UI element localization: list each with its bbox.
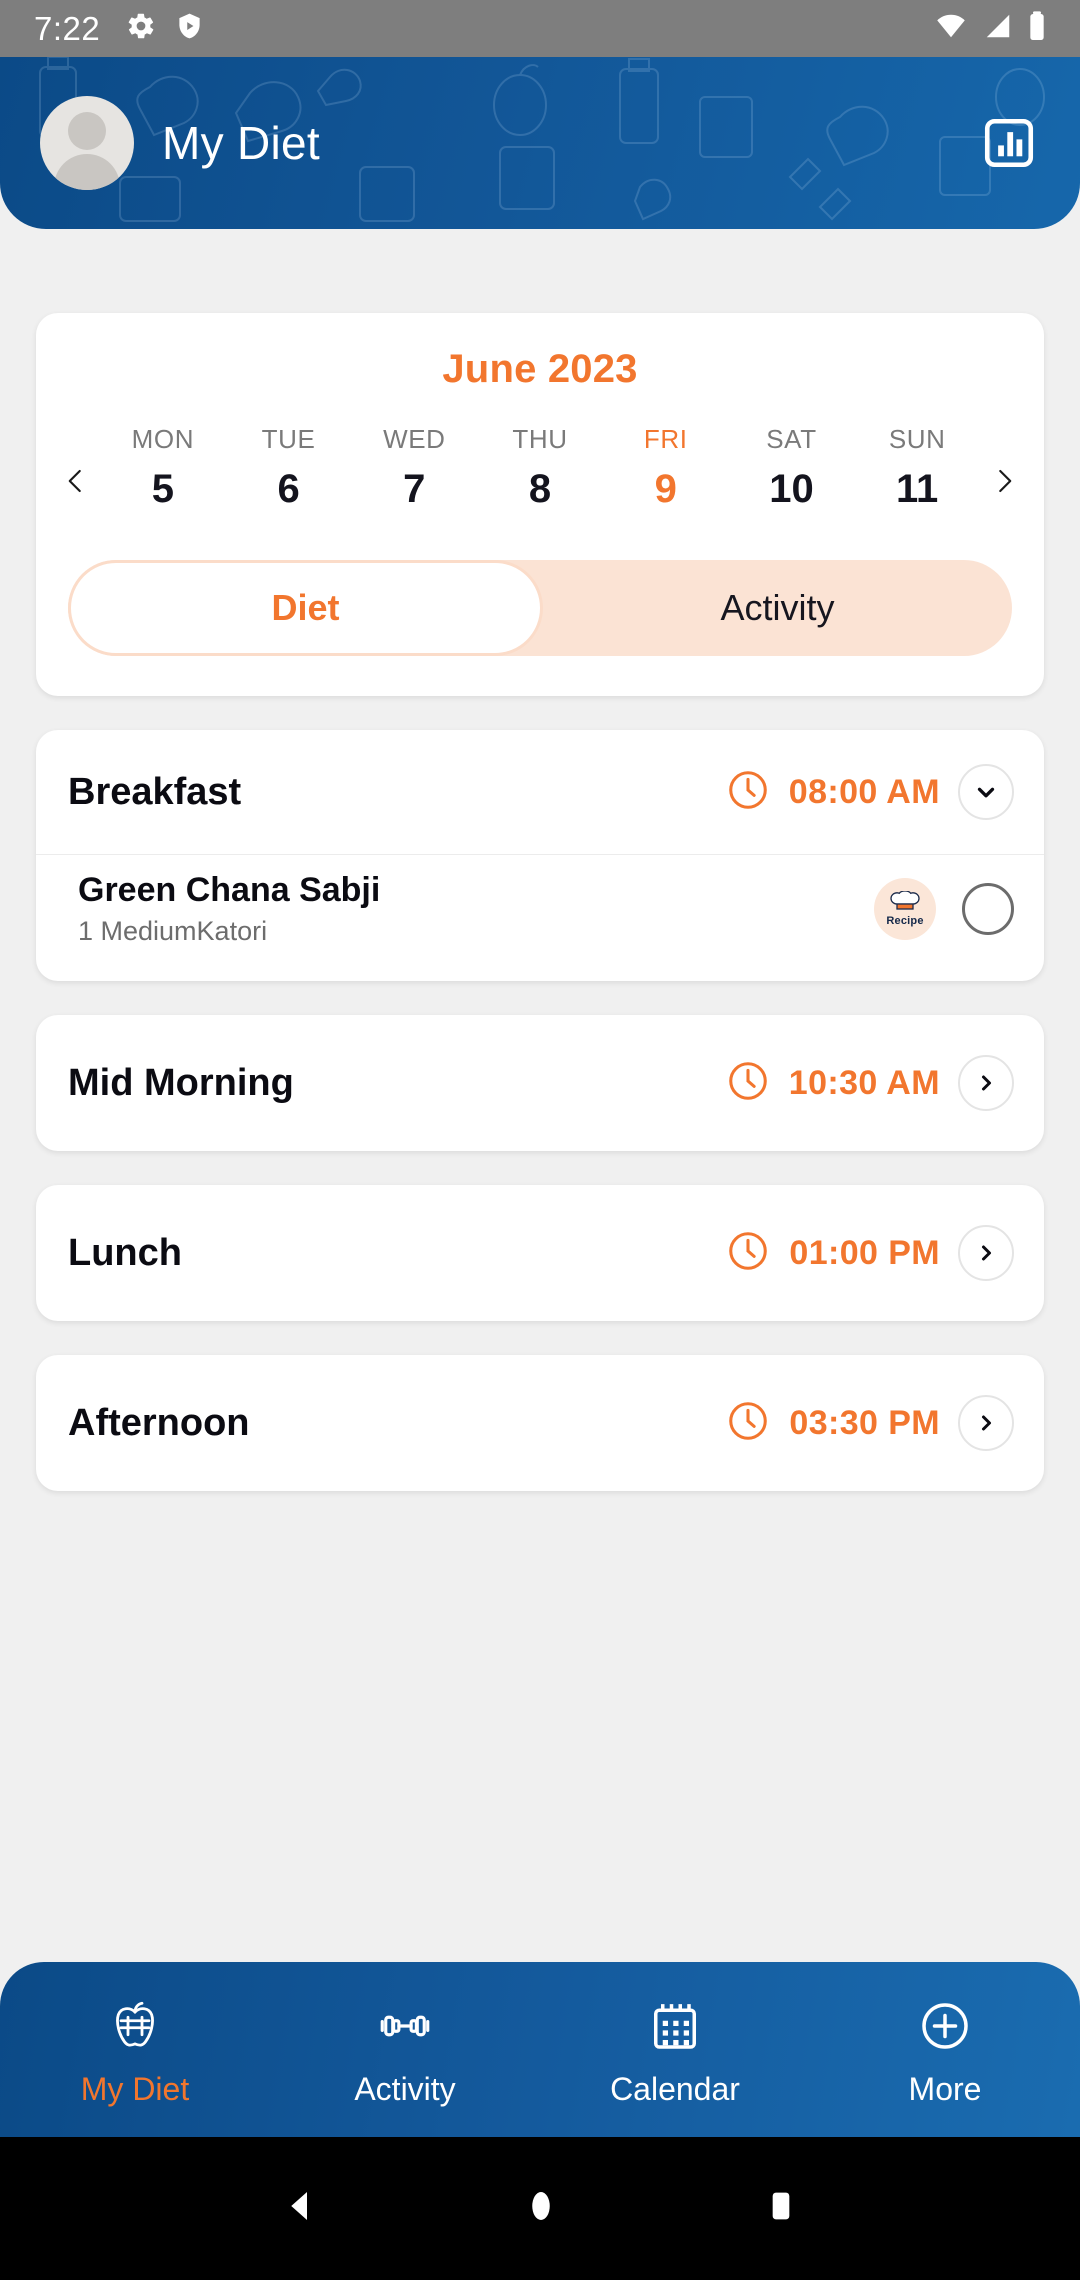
calendar-card: June 2023 MON 5 TUE 6 WED 7 THU 8 FRI 9 … [36, 313, 1044, 696]
calendar-prev-week-button[interactable] [52, 433, 100, 503]
calendar-day-wed[interactable]: WED 7 [351, 424, 477, 512]
tab-activity[interactable]: Activity [543, 560, 1012, 656]
home-circle-icon[interactable] [520, 2185, 562, 2232]
main-content: June 2023 MON 5 TUE 6 WED 7 THU 8 FRI 9 … [0, 313, 1080, 1491]
meal-time: 10:30 AM [788, 1063, 940, 1102]
chevron-down-icon[interactable] [958, 764, 1014, 820]
calendar-icon [647, 1998, 703, 2059]
calendar-day-sun[interactable]: SUN 11 [854, 424, 980, 512]
meal-time: 03:30 PM [789, 1403, 940, 1442]
calendar-next-week-button[interactable] [980, 433, 1028, 503]
calendar-day-tue[interactable]: TUE 6 [226, 424, 352, 512]
clock-icon [725, 1398, 771, 1449]
tab-diet[interactable]: Diet [68, 560, 543, 656]
nav-item-calendar[interactable]: Calendar [540, 1998, 810, 2108]
plus-circle-icon [917, 1998, 973, 2059]
app-header: My Diet [0, 57, 1080, 229]
calendar-day-number: 8 [528, 467, 552, 511]
meal-title: Mid Morning [68, 1061, 294, 1104]
chevron-right-icon[interactable] [958, 1055, 1014, 1111]
recipe-badge[interactable]: Recipe [874, 878, 936, 940]
calendar-day-mon[interactable]: MON 5 [100, 424, 226, 512]
clock-icon [725, 1228, 771, 1279]
calendar-day-label: SAT [766, 424, 817, 454]
food-item-name: Green Chana Sabji [78, 871, 381, 909]
calendar-day-thu[interactable]: THU 8 [477, 424, 603, 512]
android-navigation-bar [0, 2137, 1080, 2280]
clock-icon [725, 1058, 771, 1109]
recents-square-icon[interactable] [761, 2186, 801, 2231]
meal-title: Breakfast [68, 770, 242, 813]
bottom-navigation: My Diet Activity Calendar More [0, 1962, 1080, 2137]
calendar-day-number: 6 [277, 467, 300, 511]
meal-header-afternoon[interactable]: Afternoon 03:30 PM [36, 1355, 1044, 1491]
calendar-day-number: 9 [654, 467, 677, 511]
food-item-checkbox[interactable] [962, 883, 1014, 935]
meal-title: Afternoon [68, 1401, 250, 1444]
signal-icon [982, 11, 1014, 46]
avatar[interactable] [40, 96, 134, 190]
calendar-day-label: THU [512, 424, 568, 454]
calendar-week-strip: MON 5 TUE 6 WED 7 THU 8 FRI 9 SAT 10 SUN… [36, 424, 1044, 512]
food-item-quantity: 1 MediumKatori [78, 916, 268, 946]
meal-card-breakfast: Breakfast 08:00 AM Green Chana Sabji 1 M… [36, 730, 1044, 981]
apple-measure-icon [107, 1998, 163, 2059]
calendar-day-number: 10 [769, 467, 814, 511]
nav-item-more[interactable]: More [810, 1998, 1080, 2108]
page-title: My Diet [162, 117, 321, 169]
nav-label: Activity [354, 2070, 456, 2107]
diet-activity-toggle: Diet Activity [68, 560, 1012, 656]
calendar-day-number: 11 [896, 467, 939, 511]
wifi-icon [934, 11, 968, 46]
calendar-day-label: TUE [261, 424, 316, 454]
nav-item-my-diet[interactable]: My Diet [0, 1998, 270, 2108]
meal-title: Lunch [68, 1231, 182, 1274]
meal-time: 08:00 AM [788, 772, 940, 811]
calendar-day-fri[interactable]: FRI 9 [603, 424, 729, 512]
calendar-day-label: MON [131, 424, 195, 454]
status-bar-clock: 7:22 [34, 9, 101, 47]
calendar-day-label: WED [383, 424, 446, 454]
meal-card-afternoon[interactable]: Afternoon 03:30 PM [36, 1355, 1044, 1491]
dumbbell-icon [377, 1998, 433, 2059]
battery-icon [1028, 10, 1046, 47]
chevron-right-icon[interactable] [958, 1395, 1014, 1451]
chevron-right-icon[interactable] [958, 1225, 1014, 1281]
android-status-bar: 7:22 [0, 0, 1080, 57]
back-triangle-icon[interactable] [279, 2185, 321, 2232]
meal-header-mid-morning[interactable]: Mid Morning 10:30 AM [36, 1015, 1044, 1151]
nav-label: My Diet [80, 2070, 190, 2107]
nav-label: More [908, 2070, 982, 2107]
food-item-row[interactable]: Green Chana Sabji 1 MediumKatori Recipe [36, 855, 1044, 981]
nav-item-activity[interactable]: Activity [270, 1998, 540, 2108]
calendar-day-label: SUN [888, 424, 946, 454]
calendar-day-number: 7 [403, 467, 426, 511]
meal-header-lunch[interactable]: Lunch 01:00 PM [36, 1185, 1044, 1321]
calendar-day-sat[interactable]: SAT 10 [729, 424, 855, 512]
calendar-day-number: 5 [151, 467, 174, 511]
chef-hat-icon [890, 891, 920, 910]
nav-label: Calendar [610, 2070, 740, 2107]
clock-icon [725, 767, 771, 818]
meal-time: 01:00 PM [789, 1233, 940, 1272]
recipe-label: Recipe [886, 915, 924, 927]
calendar-month-label: June 2023 [442, 347, 638, 391]
meal-header-breakfast[interactable]: Breakfast 08:00 AM [36, 730, 1044, 854]
bar-chart-icon[interactable] [978, 112, 1040, 174]
calendar-day-label: FRI [643, 424, 688, 454]
settings-icon [126, 11, 156, 46]
meal-card-lunch[interactable]: Lunch 01:00 PM [36, 1185, 1044, 1321]
play-protect-icon [176, 11, 203, 46]
meal-card-mid-morning[interactable]: Mid Morning 10:30 AM [36, 1015, 1044, 1151]
